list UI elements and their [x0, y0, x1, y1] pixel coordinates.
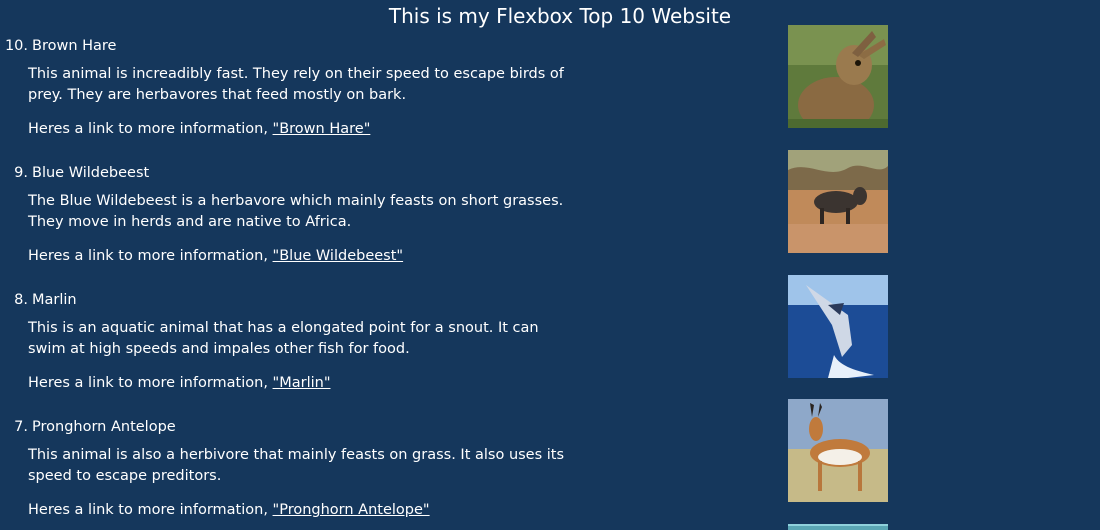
pronghorn-antelope-link[interactable]: "Pronghorn Antelope" [273, 502, 430, 518]
marlin-link[interactable]: "Marlin" [273, 375, 331, 391]
next-animal-photo [788, 524, 888, 530]
animal-rank: 9. [14, 165, 28, 181]
more-info-line: Heres a link to more information, "Brown… [28, 120, 370, 138]
animal-name: Brown Hare [32, 38, 117, 54]
blue-wildebeest-photo [788, 150, 888, 253]
animal-description: The Blue Wildebeest is a herbavore which… [28, 193, 564, 230]
more-info-label: Heres a link to more information, [28, 248, 268, 264]
blue-wildebeest-link[interactable]: "Blue Wildebeest" [273, 248, 404, 264]
animal-description: This animal is also a herbivore that mai… [28, 447, 565, 484]
brown-hare-link[interactable]: "Brown Hare" [273, 121, 371, 137]
more-info-label: Heres a link to more information, [28, 502, 268, 518]
marlin-photo [788, 275, 888, 378]
more-info-line: Heres a link to more information, "Marli… [28, 374, 331, 392]
brown-hare-photo [788, 25, 888, 128]
more-info-line: Heres a link to more information, "Prong… [28, 501, 430, 519]
animal-heading: 9. Blue Wildebeest [4, 164, 149, 182]
pronghorn-antelope-photo [788, 399, 888, 502]
animal-name: Pronghorn Antelope [32, 419, 176, 435]
more-info-label: Heres a link to more information, [28, 375, 268, 391]
animal-description: This animal is increadibly fast. They re… [28, 66, 564, 103]
animal-rank: 10. [4, 38, 28, 54]
animal-rank: 7. [14, 419, 28, 435]
more-info-line: Heres a link to more information, "Blue … [28, 247, 403, 265]
more-info-label: Heres a link to more information, [28, 121, 268, 137]
animal-heading: 10. Brown Hare [4, 37, 117, 55]
animal-name: Blue Wildebeest [32, 165, 150, 181]
page-title: This is my Flexbox Top 10 Website [388, 4, 732, 28]
animal-rank: 8. [14, 292, 28, 308]
animal-name: Marlin [32, 292, 77, 308]
animal-heading: 7. Pronghorn Antelope [4, 418, 176, 436]
animal-description: This is an aquatic animal that has a elo… [28, 320, 539, 357]
animal-heading: 8. Marlin [4, 291, 77, 309]
page: This is my Flexbox Top 10 Website 10. Bro… [0, 0, 1100, 530]
